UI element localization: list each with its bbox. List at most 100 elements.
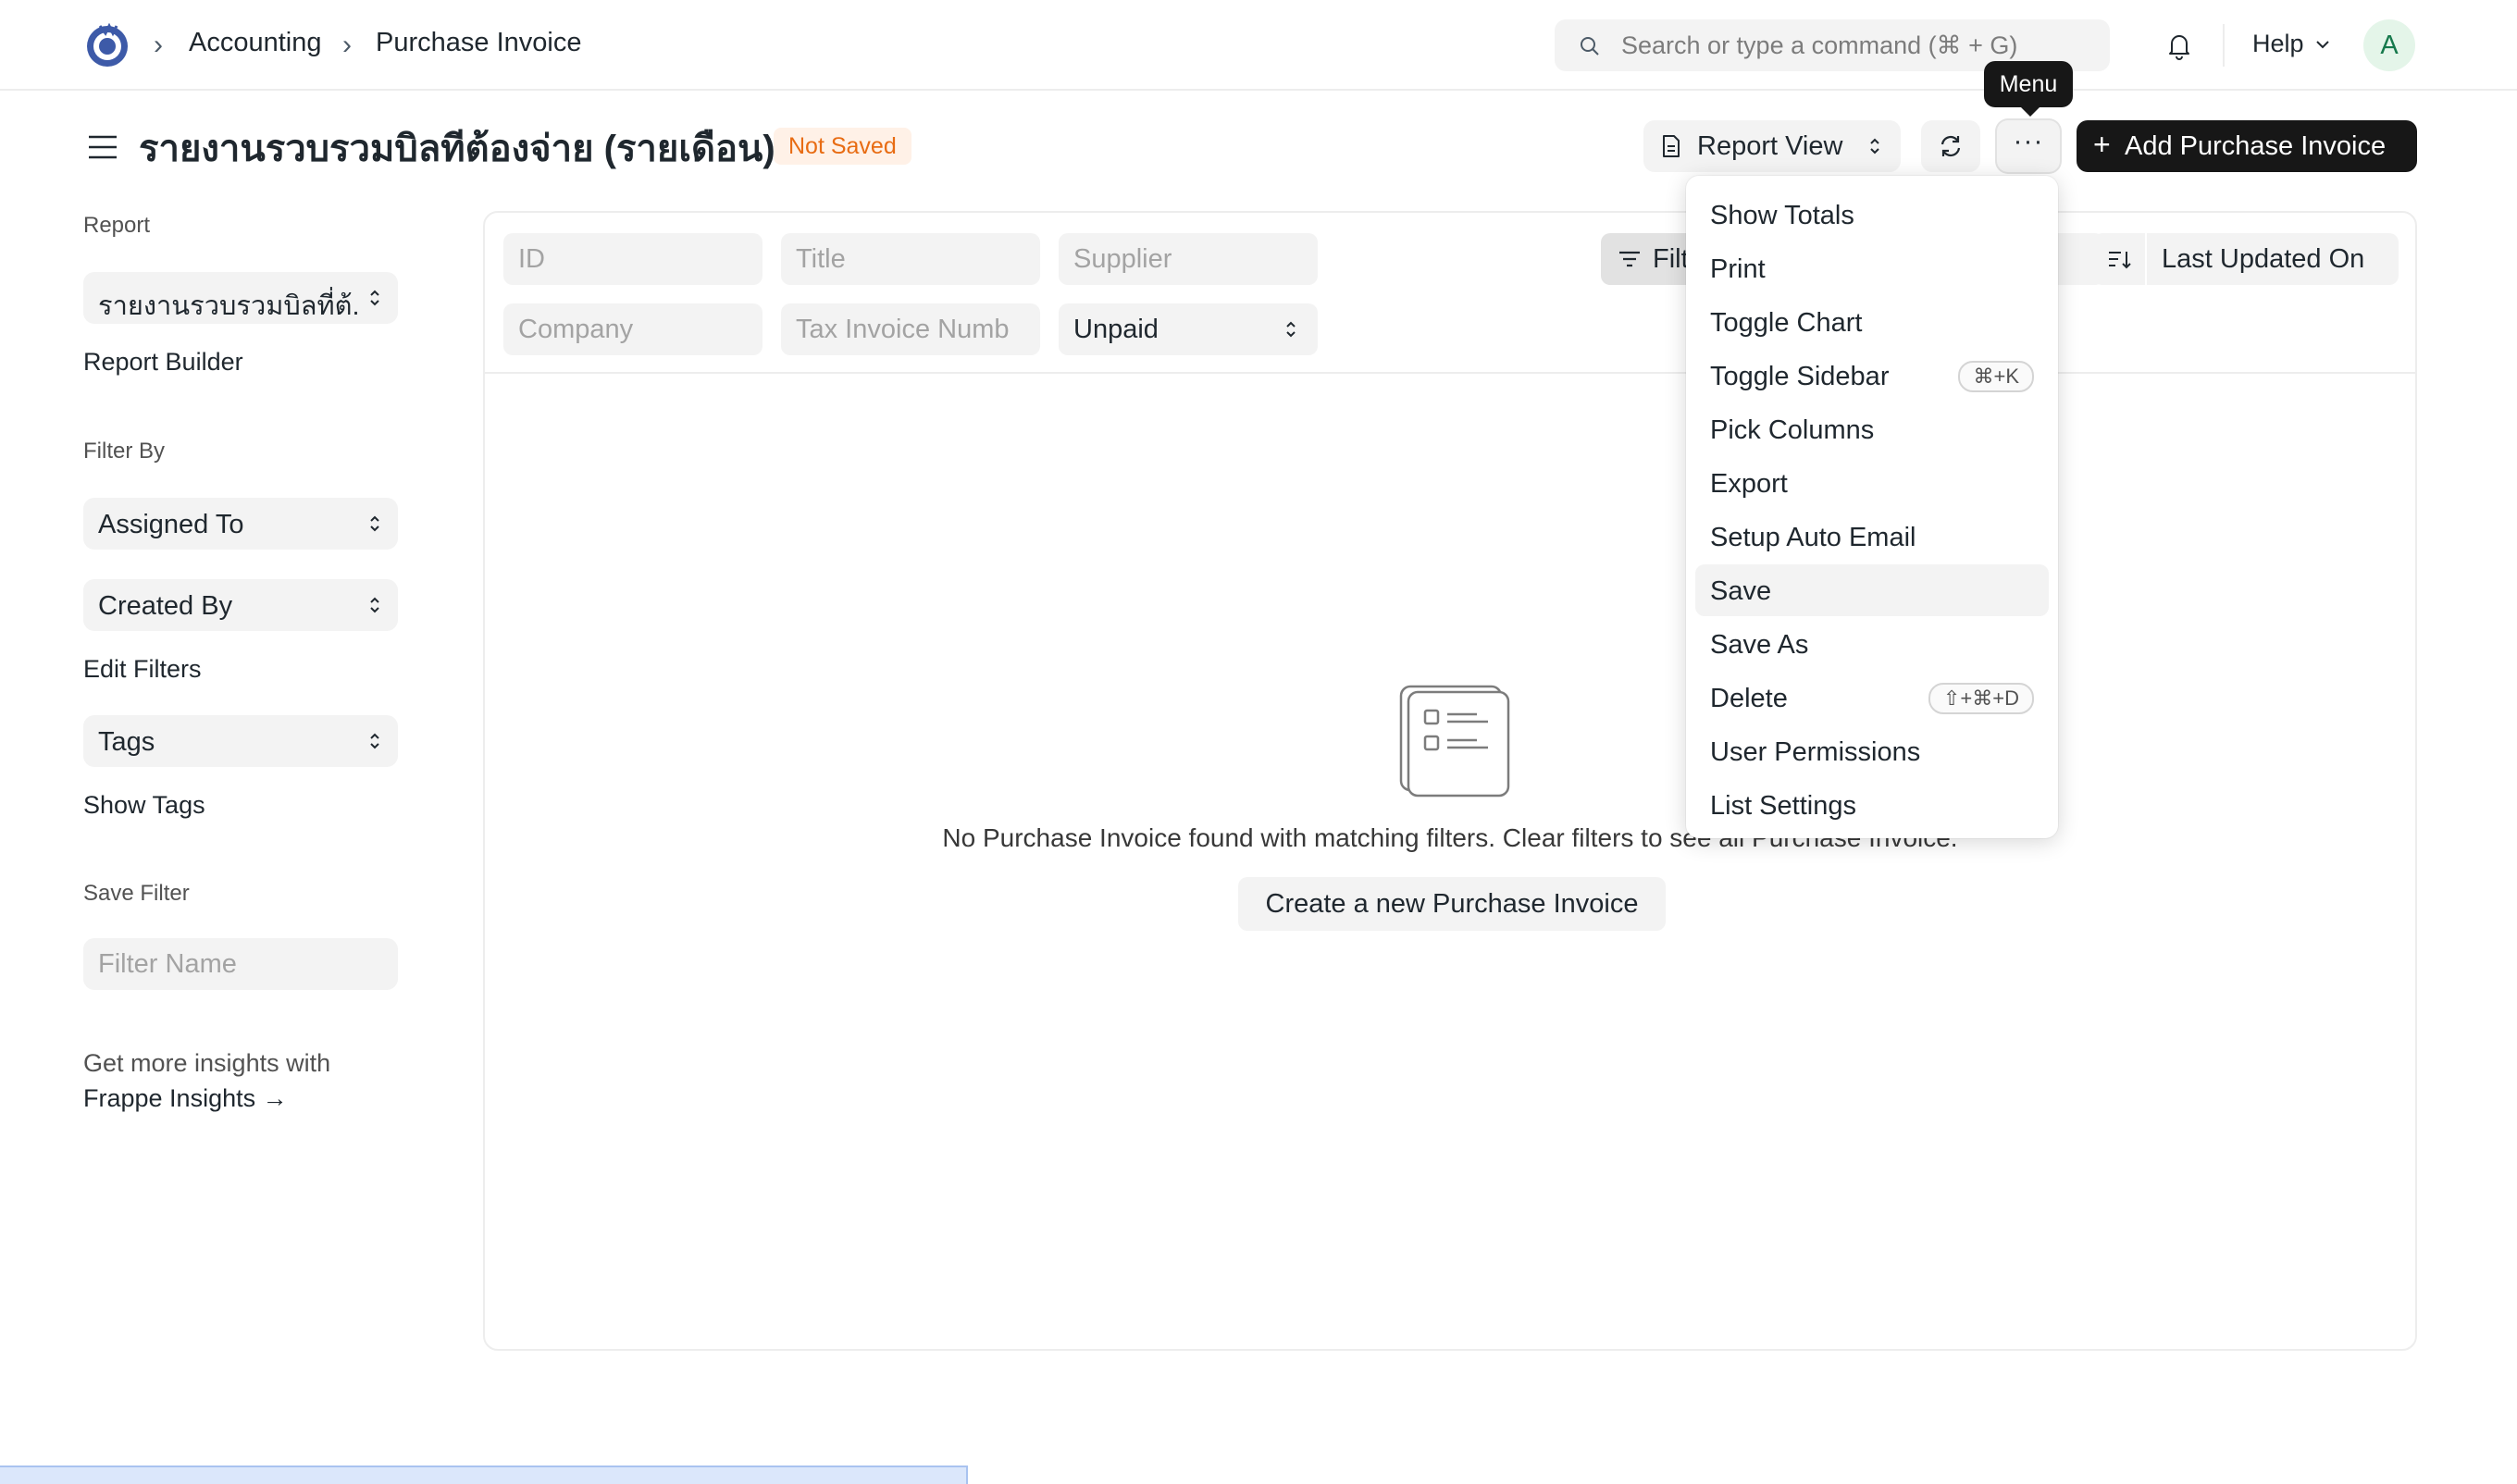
filter-by-heading: Filter By: [83, 439, 166, 464]
search-icon: [1581, 37, 1599, 56]
menu-item-user-permissions[interactable]: User Permissions: [1695, 725, 2049, 777]
navbar: › Accounting › Purchase Invoice Help A: [0, 0, 2517, 91]
menu-tooltip: Menu: [1984, 61, 2073, 117]
insights-text: Get more insights with: [83, 1049, 331, 1077]
doc-icon: [1663, 135, 1680, 157]
empty-state-message: No Purchase Invoice found with matching …: [942, 823, 1958, 852]
filter-name-field[interactable]: [83, 938, 398, 990]
updown-icon: [370, 597, 379, 613]
frappe-insights-link[interactable]: Frappe Insights →: [83, 1084, 288, 1113]
breadcrumb-accounting[interactable]: Accounting: [189, 28, 322, 58]
updown-icon: [370, 515, 379, 532]
help-menu[interactable]: Help: [2252, 30, 2304, 58]
status-filter-value: Unpaid: [1073, 315, 1159, 344]
actions-dropdown-menu: Show Totals Print Toggle Chart Toggle Si…: [1686, 176, 2058, 838]
supplier-filter-input[interactable]: [1073, 233, 1310, 285]
filter-area: Unpaid Filter Last U: [485, 213, 2415, 374]
create-purchase-invoice-button[interactable]: Create a new Purchase Invoice: [1238, 877, 1666, 931]
keyboard-shortcut: ⇧+⌘+D: [1928, 683, 2034, 714]
save-filter-heading: Save Filter: [83, 881, 190, 906]
menu-item-setup-auto-email[interactable]: Setup Auto Email: [1695, 511, 2049, 563]
menu-item-label: Toggle Chart: [1710, 308, 1863, 338]
assigned-to-label: Assigned To: [98, 510, 244, 539]
bottom-status-bar: [0, 1465, 968, 1484]
status-badge: Not Saved: [774, 128, 911, 165]
updown-icon: [1286, 321, 1296, 338]
tax-invoice-filter-input[interactable]: [796, 303, 1033, 355]
menu-item-label: Pick Columns: [1710, 415, 1875, 445]
supplier-filter[interactable]: [1059, 233, 1318, 285]
refresh-button[interactable]: [1921, 120, 1980, 172]
menu-item-save-as[interactable]: Save As: [1695, 618, 2049, 670]
report-select-value: รายงานรวบรวมบิลที่ต้...: [98, 291, 357, 321]
menu-item-label: Export: [1710, 469, 1788, 499]
show-tags-link[interactable]: Show Tags: [83, 791, 205, 820]
assigned-to-select[interactable]: Assigned To: [83, 498, 398, 550]
report-select[interactable]: รายงานรวบรวมบิลที่ต้...: [83, 272, 398, 324]
menu-item-label: Setup Auto Email: [1710, 523, 1916, 552]
sort-icon: [2109, 252, 2131, 269]
chevron-right-icon: ›: [154, 30, 163, 60]
menu-item-list-settings[interactable]: List Settings: [1695, 779, 2049, 831]
updown-icon: [370, 290, 379, 306]
company-filter[interactable]: [503, 303, 763, 355]
title-filter[interactable]: [781, 233, 1040, 285]
menu-item-delete[interactable]: Delete ⇧+⌘+D: [1695, 672, 2049, 723]
title-filter-input[interactable]: [796, 233, 1033, 285]
filter-icon: [1619, 251, 1640, 267]
menu-item-show-totals[interactable]: Show Totals: [1695, 189, 2049, 241]
tax-invoice-filter[interactable]: [781, 303, 1040, 355]
created-by-label: Created By: [98, 591, 233, 621]
hamburger-icon[interactable]: [87, 133, 118, 161]
menu-item-toggle-chart[interactable]: Toggle Chart: [1695, 296, 2049, 348]
sort-by-label: Last Updated On: [2162, 244, 2365, 274]
menu-item-label: Toggle Sidebar: [1710, 362, 1890, 391]
refresh-icon: [1940, 135, 1961, 157]
menu-item-label: Print: [1710, 254, 1766, 284]
add-purchase-invoice-button[interactable]: + Add Purchase Invoice: [2077, 120, 2417, 172]
bell-icon[interactable]: [2164, 30, 2195, 61]
tags-select[interactable]: Tags: [83, 715, 398, 767]
report-builder-link[interactable]: Report Builder: [83, 348, 243, 377]
plus-icon: +: [2093, 128, 2111, 161]
created-by-select[interactable]: Created By: [83, 579, 398, 631]
menu-item-label: Show Totals: [1710, 201, 1854, 230]
tags-label: Tags: [98, 727, 155, 757]
more-icon: ···: [2013, 126, 2044, 156]
chevron-down-icon[interactable]: [2313, 35, 2332, 54]
menu-item-save[interactable]: Save: [1695, 564, 2049, 616]
menu-item-pick-columns[interactable]: Pick Columns: [1695, 403, 2049, 455]
report-view-button[interactable]: Report View: [1643, 120, 1901, 172]
page-title: รายงานรวบรวมบิลทีต้องจ่าย (รายเดือน): [139, 129, 775, 169]
chevron-right-icon: ›: [342, 30, 352, 60]
sort-order-button[interactable]: [2093, 233, 2145, 285]
empty-list-icon: [1399, 685, 1510, 798]
updown-icon: [1870, 138, 1879, 155]
menu-item-label: Save: [1710, 576, 1772, 606]
menu-item-toggle-sidebar[interactable]: Toggle Sidebar ⌘+K: [1695, 350, 2049, 402]
sort-by-button[interactable]: Last Updated On: [2147, 233, 2399, 285]
status-filter-select[interactable]: Unpaid: [1059, 303, 1318, 355]
id-filter-input[interactable]: [518, 233, 755, 285]
company-filter-input[interactable]: [518, 303, 755, 355]
add-button-label: Add Purchase Invoice: [2125, 131, 2387, 161]
menu-item-export[interactable]: Export: [1695, 457, 2049, 509]
menu-item-label: Delete: [1710, 684, 1788, 713]
breadcrumb-purchase-invoice[interactable]: Purchase Invoice: [376, 28, 581, 58]
menu-item-print[interactable]: Print: [1695, 242, 2049, 294]
edit-filters-link[interactable]: Edit Filters: [83, 655, 202, 684]
avatar[interactable]: A: [2363, 19, 2415, 71]
menu-item-label: Save As: [1710, 630, 1809, 660]
updown-icon: [370, 733, 379, 749]
keyboard-shortcut: ⌘+K: [1958, 361, 2034, 392]
app-logo-icon[interactable]: [81, 19, 133, 70]
menu-item-label: List Settings: [1710, 791, 1856, 821]
menu-item-label: User Permissions: [1710, 737, 1921, 767]
report-view-label: Report View: [1697, 131, 1843, 161]
menu-button[interactable]: ···: [1997, 120, 2060, 172]
nav-divider: [2223, 24, 2225, 67]
report-frame: Unpaid Filter Last U: [483, 211, 2417, 1351]
report-heading: Report: [83, 213, 151, 238]
filter-name-input[interactable]: [98, 938, 385, 990]
id-filter[interactable]: [503, 233, 763, 285]
